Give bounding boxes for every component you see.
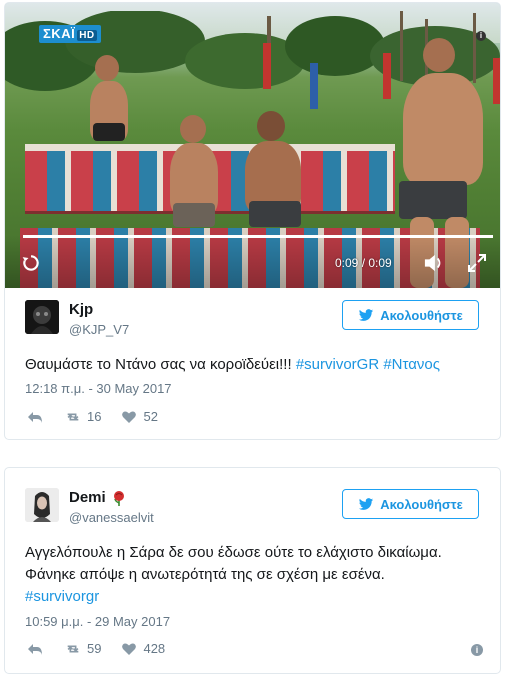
- retweet-count: 16: [87, 409, 102, 424]
- hashtag-link[interactable]: #survivorgr: [25, 586, 495, 608]
- video-person-head: [180, 115, 206, 143]
- avatar[interactable]: [25, 488, 59, 522]
- tweet-text: Θαυμάστε το Ντάνο σας να κοροϊδεύει!!! #…: [25, 354, 440, 376]
- tweet-actions: 16 52: [27, 409, 158, 424]
- retweet-icon: [67, 413, 79, 420]
- avatar[interactable]: [25, 300, 59, 334]
- like-count: 52: [143, 409, 158, 424]
- author-name[interactable]: Demi: [69, 489, 106, 506]
- video-progress-fill: [23, 235, 493, 238]
- author-name-row: Demi: [69, 489, 126, 506]
- heart-icon: [122, 411, 137, 423]
- author-name[interactable]: Kjp: [69, 301, 93, 318]
- like-count: 428: [143, 641, 166, 656]
- tweet-text-plain: Θαυμάστε το Ντάνο σας να κοροϊδεύει!!!: [25, 356, 296, 373]
- video-flag: [263, 43, 271, 89]
- video-person-shorts: [399, 181, 467, 219]
- video-player[interactable]: ΣΚΑΪ HD i 0:09 / 0:09: [5, 3, 500, 288]
- video-person: [403, 73, 483, 185]
- tweet-date[interactable]: 10:59 μ.μ. - 29 May 2017: [25, 614, 170, 629]
- retweet-button[interactable]: 16: [65, 409, 101, 424]
- follow-label: Ακολουθήστε: [380, 496, 463, 512]
- video-person-shorts: [173, 203, 215, 227]
- twitter-bird-icon: [359, 497, 374, 510]
- video-time: 0:09 / 0:09: [335, 256, 392, 270]
- follow-label: Ακολουθήστε: [380, 307, 463, 323]
- channel-logo-hd: HD: [77, 30, 97, 41]
- heart-icon: [122, 643, 137, 655]
- channel-logo-text: ΣΚΑΪ: [43, 26, 76, 41]
- author-handle[interactable]: @vanessaelvit: [69, 510, 154, 525]
- video-person-head: [95, 55, 119, 81]
- hashtag-link[interactable]: #survivorGR: [296, 356, 379, 373]
- video-person-shorts: [249, 201, 301, 227]
- video-person-head: [423, 38, 455, 72]
- info-icon[interactable]: i: [471, 644, 483, 656]
- reply-icon: [28, 411, 42, 423]
- retweet-button[interactable]: 59: [65, 641, 101, 656]
- retweet-icon: [67, 645, 79, 652]
- tweet-text-line: Φάνηκε απόψε η ανωτερότητά της σε σχέση …: [25, 566, 385, 583]
- channel-logo: ΣΚΑΪ HD: [39, 25, 101, 43]
- author-handle[interactable]: @KJP_V7: [69, 322, 129, 337]
- twitter-bird-icon: [359, 308, 374, 321]
- rose-icon: [113, 490, 124, 506]
- tweet-text: Αγγελόπουλε η Σάρα δε σου έδωσε ούτε το …: [25, 542, 495, 608]
- fullscreen-icon[interactable]: [467, 253, 487, 273]
- retweet-count: 59: [87, 641, 102, 656]
- like-button[interactable]: 428: [121, 641, 165, 656]
- like-button[interactable]: 52: [121, 409, 158, 424]
- follow-button[interactable]: Ακολουθήστε: [342, 489, 479, 519]
- reply-icon: [28, 643, 42, 655]
- hashtag-link[interactable]: #Ντανος: [383, 356, 440, 373]
- tweet-card-2: Demi @vanessaelvit Ακολουθήστε Αγγελόπου…: [4, 467, 501, 674]
- replay-icon[interactable]: [21, 253, 41, 273]
- tweet-text-line: Αγγελόπουλε η Σάρα δε σου έδωσε ούτε το …: [25, 544, 442, 561]
- info-icon[interactable]: i: [476, 31, 486, 41]
- reply-button[interactable]: [27, 642, 43, 656]
- reply-button[interactable]: [27, 410, 43, 424]
- video-flag: [310, 63, 318, 109]
- tweet-date[interactable]: 12:18 π.μ. - 30 May 2017: [25, 381, 172, 396]
- follow-button[interactable]: Ακολουθήστε: [342, 300, 479, 330]
- video-flag: [383, 53, 391, 99]
- video-person-head: [257, 111, 285, 141]
- video-flag: [493, 58, 500, 104]
- video-progress-bar[interactable]: [23, 235, 493, 238]
- video-person-shorts: [93, 123, 125, 141]
- tweet-actions: 59 428: [27, 641, 165, 656]
- tweet-card-1: ΣΚΑΪ HD i 0:09 / 0:09 Kjp @KJP_V7 Ακολου…: [4, 2, 501, 440]
- volume-icon[interactable]: [423, 253, 445, 273]
